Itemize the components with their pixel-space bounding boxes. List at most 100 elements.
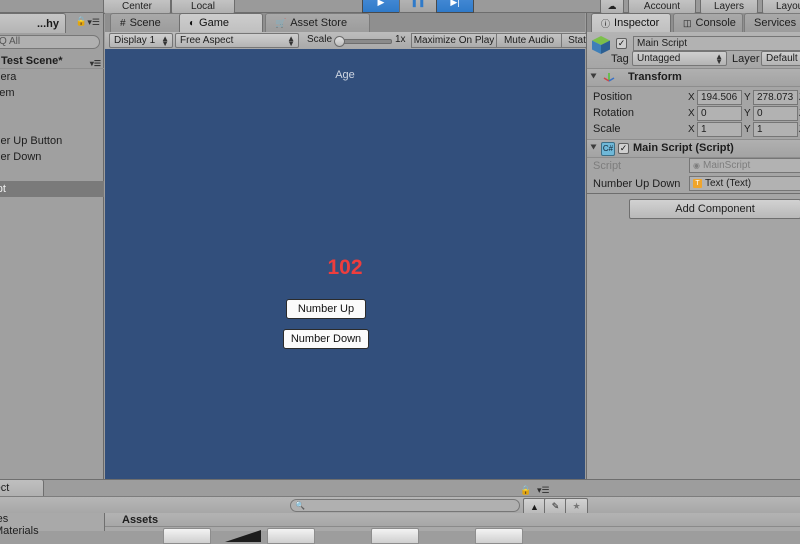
- hierarchy-scene-row[interactable]: ...n Test Scene* ▾☰: [0, 53, 104, 69]
- game-view-toolbar: Display 1 ▲ ▼ Free Aspect ▲ ▼ Scale 1x Max…: [105, 32, 661, 50]
- script-component-title: Main Script (Script): [633, 142, 734, 154]
- panel-menu-icon[interactable]: ▾☰: [537, 485, 550, 496]
- add-component-button[interactable]: Add Component: [629, 199, 800, 219]
- list-item[interactable]: ...mber Up Button: [0, 133, 104, 149]
- tab-project[interactable]: ...ject: [0, 479, 44, 496]
- list-item[interactable]: ...s: [0, 101, 104, 117]
- tag-label: Tag: [611, 53, 629, 65]
- layer-selector[interactable]: Default: [761, 51, 800, 66]
- hierarchy-item-selected[interactable]: ...cript: [0, 181, 104, 197]
- script-enabled-checkbox[interactable]: ✓: [618, 143, 629, 154]
- asset-thumbnail[interactable]: [267, 528, 315, 544]
- mute-audio-button[interactable]: Mute Audio: [496, 33, 562, 48]
- asset-thumbnail[interactable]: [163, 528, 211, 544]
- list-item[interactable]: [0, 165, 104, 181]
- tab-hierarchy[interactable]: ...hy: [0, 13, 66, 33]
- display-selector-value: Display 1: [114, 35, 156, 46]
- object-enabled-checkbox[interactable]: ✓: [616, 38, 627, 49]
- console-icon: ◫: [683, 17, 692, 28]
- tab-services[interactable]: Services: [744, 13, 800, 32]
- tab-inspector[interactable]: ⓘ Inspector: [591, 13, 671, 32]
- script-component-header[interactable]: C# ✓ Main Script (Script): [587, 139, 800, 158]
- tab-game[interactable]: ◐ Game: [179, 13, 263, 32]
- scene-grid-icon: #: [120, 17, 126, 29]
- layers-button[interactable]: Layers: [700, 0, 758, 14]
- foldout-arrow-icon[interactable]: [590, 73, 597, 79]
- transform-title: Transform: [628, 71, 682, 83]
- inspector-divider: [587, 193, 800, 194]
- scene-menu-icon[interactable]: ▾☰: [90, 56, 101, 72]
- rotation-x-input[interactable]: 0: [697, 106, 742, 121]
- scale-y-input[interactable]: 1: [753, 122, 798, 137]
- tab-asset-store-label: Asset Store: [290, 17, 348, 29]
- inspector-body: ✓ Main Script Tag Untagged ▲ ▼ Layer Defa…: [587, 32, 800, 479]
- number-up-down-label: Number Up Down: [593, 178, 681, 190]
- aspect-selector[interactable]: Free Aspect ▲ ▼: [175, 33, 299, 48]
- foldout-arrow-icon[interactable]: [590, 144, 597, 150]
- position-y-value: 278.073: [757, 92, 794, 103]
- lock-icon[interactable]: 🔒: [520, 485, 531, 496]
- tag-selector[interactable]: Untagged ▲ ▼: [632, 51, 727, 66]
- project-materials-label[interactable]: Materials: [0, 525, 39, 537]
- position-y-input[interactable]: 278.073: [753, 90, 798, 105]
- cloud-button[interactable]: ☁: [600, 0, 624, 14]
- tab-asset-store[interactable]: 🛒 Asset Store: [265, 13, 370, 32]
- pivot-local-label: Local: [191, 1, 215, 12]
- list-item[interactable]: ...amera: [0, 69, 104, 85]
- game-icon: ◐: [189, 17, 196, 29]
- list-item[interactable]: ...t: [0, 117, 104, 133]
- tab-console[interactable]: ◫ Console: [673, 13, 743, 32]
- number-down-button[interactable]: Number Down: [283, 329, 369, 349]
- layout-button[interactable]: Layout: [762, 0, 800, 14]
- object-name-value: Main Script: [637, 38, 688, 49]
- center-dock: # Scene ◐ Game 🛒 Asset Store Display 1 ▲…: [105, 13, 661, 495]
- scale-x-input[interactable]: 1: [697, 122, 742, 137]
- scale-slider-knob[interactable]: [334, 36, 345, 47]
- step-button[interactable]: ▶|: [436, 0, 474, 13]
- position-x-input[interactable]: 194.506: [697, 90, 742, 105]
- account-label: Account: [643, 1, 681, 12]
- position-axis-x-label: X: [688, 92, 695, 103]
- project-tree-pane: ...ites Materials: [0, 513, 105, 537]
- center-tabrow: # Scene ◐ Game 🛒 Asset Store: [105, 13, 585, 32]
- maximize-on-play-button[interactable]: Maximize On Play: [411, 33, 497, 48]
- tag-value: Untagged: [637, 53, 681, 64]
- asset-thumbnail[interactable]: [475, 528, 523, 544]
- script-reference-field[interactable]: ◉ MainScript: [689, 158, 800, 173]
- list-item[interactable]: ...mber Down: [0, 149, 104, 165]
- tab-scene-label: Scene: [129, 17, 161, 29]
- number-up-down-field[interactable]: T Text (Text): [689, 176, 800, 191]
- asset-thumbnail[interactable]: [371, 528, 419, 544]
- rotation-axis-x-label: X: [688, 108, 695, 119]
- number-up-button[interactable]: Number Up: [286, 299, 366, 319]
- display-selector[interactable]: Display 1 ▲ ▼: [109, 33, 173, 48]
- hierarchy-item-label: ...mber Down: [0, 151, 42, 163]
- project-favorites-label[interactable]: ...ites: [0, 513, 8, 525]
- account-button[interactable]: Account: [628, 0, 696, 14]
- transform-component-header[interactable]: Transform: [587, 68, 800, 87]
- game-view[interactable]: Age 102 Number Up Number Down: [105, 49, 585, 483]
- list-item[interactable]: ...ystem: [0, 85, 104, 101]
- scale-label: Scale: [307, 34, 332, 45]
- lock-icon[interactable]: 🔒: [76, 16, 87, 27]
- scale-x-value: 1: [701, 124, 707, 135]
- rotation-y-input[interactable]: 0: [753, 106, 798, 121]
- layer-label: Layer: [732, 53, 760, 65]
- pivot-local-button[interactable]: Local: [171, 0, 235, 14]
- hierarchy-item-label: ...amera: [0, 71, 17, 83]
- hierarchy-search-value: Q All: [0, 36, 21, 47]
- chevron-updown-icon: ▲ ▼: [715, 52, 723, 66]
- pivot-center-button[interactable]: Center: [103, 0, 171, 14]
- search-icon: 🔍: [295, 501, 305, 510]
- object-name-field[interactable]: Main Script: [633, 36, 800, 51]
- play-button[interactable]: ▶: [362, 0, 400, 13]
- layers-label: Layers: [713, 1, 744, 12]
- pause-icon: ❚❚: [410, 0, 426, 7]
- panel-menu-icon[interactable]: ▾☰: [87, 17, 100, 28]
- inspector-panel: ⓘ Inspector ◫ Console Services ✓ Main Sc…: [586, 13, 800, 479]
- pause-button[interactable]: ❚❚: [399, 0, 437, 13]
- hierarchy-search-input[interactable]: Q All: [0, 35, 100, 49]
- hierarchy-item-label: ...s: [0, 101, 104, 117]
- hierarchy-item-label: ...ystem: [0, 87, 15, 99]
- project-search-input[interactable]: 🔍: [290, 499, 520, 512]
